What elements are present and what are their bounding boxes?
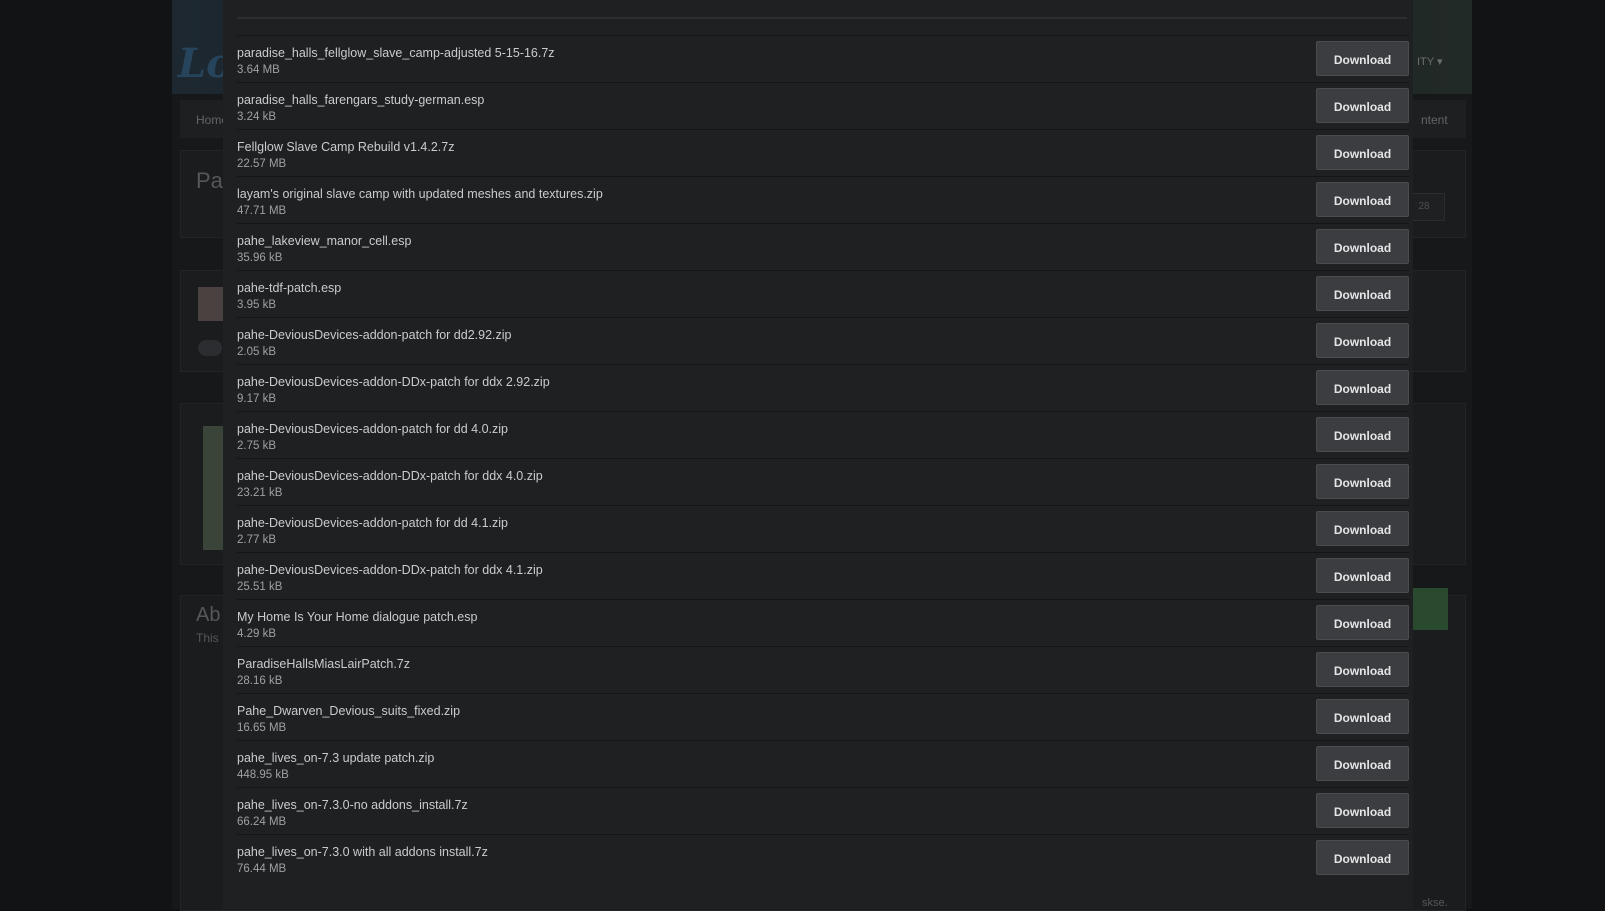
file-row: pahe-DeviousDevices-addon-patch for dd 4… — [237, 505, 1409, 552]
footer-text: skse. — [1422, 897, 1448, 909]
download-button[interactable]: Download — [1316, 88, 1409, 123]
file-name: pahe-DeviousDevices-addon-DDx-patch for … — [237, 375, 550, 389]
download-button[interactable]: Download — [1316, 746, 1409, 781]
file-name: pahe-DeviousDevices-addon-DDx-patch for … — [237, 563, 543, 577]
community-menu: ITY ▾ — [1417, 56, 1443, 68]
download-button[interactable]: Download — [1316, 135, 1409, 170]
download-button[interactable]: Download — [1316, 276, 1409, 311]
file-size: 47.71 MB — [237, 205, 287, 217]
nav-content-link: ntent — [1421, 113, 1448, 127]
file-name: pahe_lives_on-7.3.0 with all addons inst… — [237, 845, 488, 859]
file-name: pahe_lives_on-7.3.0-no addons_install.7z — [237, 798, 468, 812]
download-button[interactable]: Download — [1316, 511, 1409, 546]
about-heading: Ab — [196, 604, 221, 626]
file-row: paradise_halls_fellglow_slave_camp-adjus… — [237, 35, 1409, 82]
file-row: pahe-DeviousDevices-addon-DDx-patch for … — [237, 458, 1409, 505]
file-size: 4.29 kB — [237, 628, 276, 640]
file-name: My Home Is Your Home dialogue patch.esp — [237, 610, 478, 624]
file-row: pahe-tdf-patch.esp 3.95 kB Download — [237, 270, 1409, 317]
about-text: This — [196, 631, 219, 645]
file-row: pahe-DeviousDevices-addon-DDx-patch for … — [237, 364, 1409, 411]
file-row: paradise_halls_farengars_study-german.es… — [237, 82, 1409, 129]
file-size: 3.95 kB — [237, 299, 276, 311]
file-row: pahe-DeviousDevices-addon-patch for dd2.… — [237, 317, 1409, 364]
file-name: pahe-DeviousDevices-addon-DDx-patch for … — [237, 469, 543, 483]
file-size: 3.24 kB — [237, 111, 276, 123]
file-name: pahe-DeviousDevices-addon-patch for dd 4… — [237, 516, 508, 530]
file-name: Pahe_Dwarven_Devious_suits_fixed.zip — [237, 704, 461, 718]
download-button[interactable]: Download — [1316, 652, 1409, 687]
file-size: 76.44 MB — [237, 863, 287, 875]
file-size: 9.17 kB — [237, 393, 276, 405]
file-name: pahe-DeviousDevices-addon-patch for dd 4… — [237, 422, 508, 436]
file-size: 2.77 kB — [237, 534, 276, 546]
file-size: 35.96 kB — [237, 252, 283, 264]
file-row: pahe_lakeview_manor_cell.esp 35.96 kB Do… — [237, 223, 1409, 270]
download-button[interactable]: Download — [1316, 464, 1409, 499]
download-button[interactable]: Download — [1316, 323, 1409, 358]
file-row: My Home Is Your Home dialogue patch.esp … — [237, 599, 1409, 646]
page-title: Pa — [196, 168, 223, 193]
file-row: layam's original slave camp with updated… — [237, 176, 1409, 223]
download-button[interactable]: Download — [1316, 793, 1409, 828]
modal-header-divider — [237, 17, 1407, 19]
file-name: pahe-DeviousDevices-addon-patch for dd2.… — [237, 328, 512, 342]
file-row: Pahe_Dwarven_Devious_suits_fixed.zip 16.… — [237, 693, 1409, 740]
file-row: pahe-DeviousDevices-addon-DDx-patch for … — [237, 552, 1409, 599]
tag-pill — [198, 340, 222, 356]
file-row: pahe_lives_on-7.3.0-no addons_install.7z… — [237, 787, 1409, 834]
file-row: pahe_lives_on-7.3 update patch.zip 448.9… — [237, 740, 1409, 787]
download-button[interactable]: Download — [1316, 370, 1409, 405]
file-size: 2.05 kB — [237, 346, 276, 358]
file-size: 66.24 MB — [237, 816, 287, 828]
file-size: 16.65 MB — [237, 722, 287, 734]
file-name: Fellglow Slave Camp Rebuild v1.4.2.7z — [237, 140, 455, 154]
file-size: 2.75 kB — [237, 440, 276, 452]
download-files-modal: paradise_halls_fellglow_slave_camp-adjus… — [223, 0, 1413, 909]
file-name: pahe-tdf-patch.esp — [237, 281, 342, 295]
download-button[interactable]: Download — [1316, 41, 1409, 76]
file-name: paradise_halls_farengars_study-german.es… — [237, 93, 485, 107]
download-button[interactable]: Download — [1316, 182, 1409, 217]
gallery-thumbnail — [203, 426, 223, 550]
file-size: 3.64 MB — [237, 64, 280, 76]
file-size: 23.21 kB — [237, 487, 283, 499]
file-name: paradise_halls_fellglow_slave_camp-adjus… — [237, 46, 555, 60]
download-button[interactable]: Download — [1316, 840, 1409, 875]
author-avatar — [198, 287, 224, 321]
file-name: layam's original slave camp with updated… — [237, 187, 603, 201]
file-size: 448.95 kB — [237, 769, 289, 781]
download-button[interactable]: Download — [1316, 558, 1409, 593]
file-name: ParadiseHallsMiasLairPatch.7z — [237, 657, 410, 671]
file-row: pahe_lives_on-7.3.0 with all addons inst… — [237, 834, 1409, 881]
file-size: 22.57 MB — [237, 158, 287, 170]
file-name: pahe_lives_on-7.3 update patch.zip — [237, 751, 435, 765]
file-list: paradise_halls_fellglow_slave_camp-adjus… — [237, 35, 1409, 881]
file-row: pahe-DeviousDevices-addon-patch for dd 4… — [237, 411, 1409, 458]
file-size: 25.51 kB — [237, 581, 283, 593]
download-button[interactable]: Download — [1316, 229, 1409, 264]
download-button[interactable]: Download — [1316, 417, 1409, 452]
file-size: 28.16 kB — [237, 675, 283, 687]
file-row: ParadiseHallsMiasLairPatch.7z 28.16 kB D… — [237, 646, 1409, 693]
download-button[interactable]: Download — [1316, 699, 1409, 734]
file-name: pahe_lakeview_manor_cell.esp — [237, 234, 412, 248]
file-row: Fellglow Slave Camp Rebuild v1.4.2.7z 22… — [237, 129, 1409, 176]
download-button[interactable]: Download — [1316, 605, 1409, 640]
